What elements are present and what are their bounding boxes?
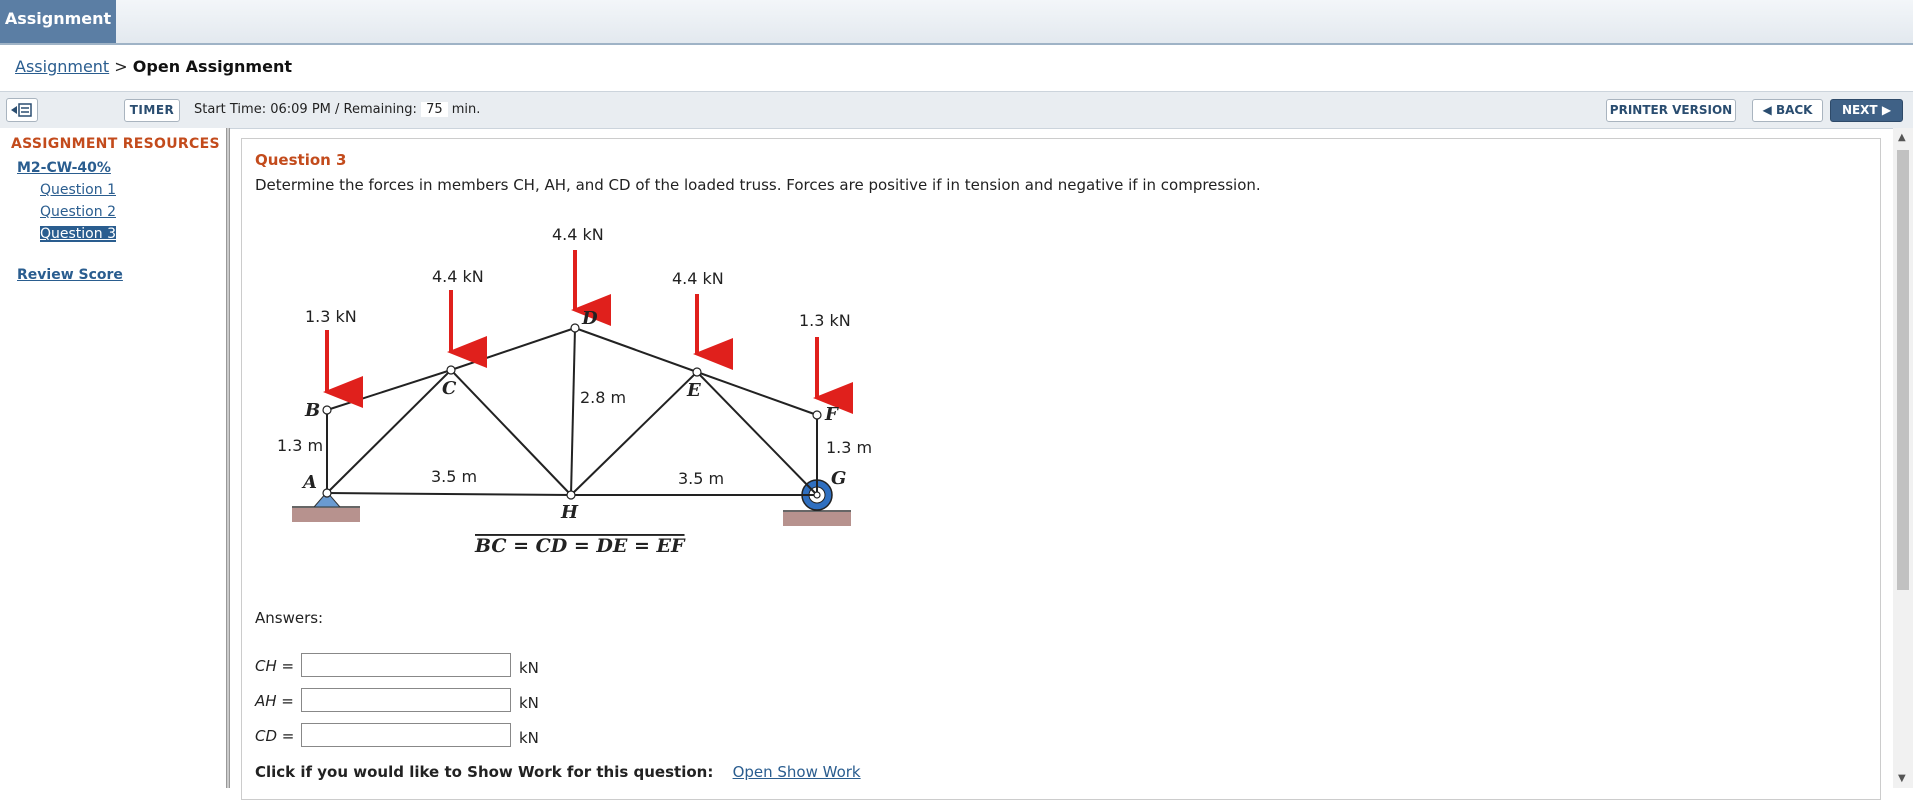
breadcrumb-assignment-link[interactable]: Assignment — [15, 57, 109, 76]
load-label-e: 4.4 kN — [672, 269, 724, 288]
joint-h — [566, 490, 576, 500]
question-title: Question 3 — [255, 151, 347, 169]
breadcrumb-separator: > — [114, 57, 128, 76]
load-label-b: 1.3 kN — [305, 307, 357, 326]
sidebar-item-question-2[interactable]: Question 2 — [40, 204, 116, 220]
load-label-f: 1.3 kN — [799, 311, 851, 330]
sidebar-item-question-1[interactable]: Question 1 — [40, 182, 116, 198]
joint-e — [692, 367, 702, 377]
node-label-d: D — [581, 308, 598, 329]
answers-label: Answers: — [255, 609, 324, 627]
timer-button[interactable]: TIMER — [124, 99, 180, 122]
equal-members-equation: BC = CD = DE = EF — [474, 535, 686, 557]
node-label-e: E — [686, 380, 701, 401]
ground-right — [783, 512, 851, 526]
dim-fg: 1.3 m — [826, 438, 872, 457]
toolbar: TIMER Start Time: 06:09 PM / Remaining: … — [0, 91, 1913, 129]
node-label-c: C — [442, 378, 457, 399]
answer-unit-ch: kN — [519, 659, 539, 677]
toggle-sidebar-button[interactable] — [6, 98, 38, 122]
node-label-f: F — [824, 404, 839, 425]
sidebar: ASSIGNMENT RESOURCES M2-CW-40% Question … — [0, 128, 226, 788]
member-de — [574, 327, 698, 373]
joint-b — [322, 405, 332, 415]
load-label-d: 4.4 kN — [552, 225, 604, 244]
answer-input-cd[interactable] — [301, 723, 511, 747]
back-button[interactable]: ◀ BACK — [1752, 99, 1823, 122]
joint-g — [813, 491, 821, 499]
dim-dh: 2.8 m — [580, 388, 626, 407]
remaining-value: 75 — [421, 102, 448, 117]
joint-c — [446, 365, 456, 375]
answer-label-cd: CD = — [255, 727, 295, 745]
node-label-g: G — [831, 468, 846, 489]
assignment-link[interactable]: M2-CW-40% — [17, 160, 111, 176]
joint-d — [570, 323, 580, 333]
content-scrollbar[interactable]: ▲ ▼ — [1893, 128, 1913, 788]
member-dh — [570, 327, 576, 496]
node-label-h: H — [560, 502, 579, 523]
dim-hg: 3.5 m — [678, 469, 724, 488]
timer-info: Start Time: 06:09 PM / Remaining: 75 min… — [194, 102, 480, 117]
show-work-text: Click if you would like to Show Work for… — [255, 763, 714, 781]
joint-a — [322, 488, 332, 498]
member-ef — [696, 371, 818, 416]
top-bar: Assignment — [0, 0, 1913, 45]
joint-f — [812, 410, 822, 420]
scroll-thumb[interactable] — [1897, 150, 1909, 590]
printer-version-button[interactable]: PRINTER VERSION — [1606, 99, 1736, 122]
question-text: Determine the forces in members CH, AH, … — [255, 176, 1261, 194]
open-show-work-link[interactable]: Open Show Work — [733, 763, 861, 781]
resources-title: ASSIGNMENT RESOURCES — [11, 136, 220, 152]
next-label: NEXT — [1841, 103, 1878, 117]
collapse-sidebar-icon — [11, 103, 32, 117]
breadcrumb: Assignment > Open Assignment — [15, 57, 292, 76]
answer-unit-ah: kN — [519, 694, 539, 712]
node-label-b: B — [304, 400, 320, 421]
back-label: BACK — [1775, 103, 1813, 117]
review-score-link[interactable]: Review Score — [17, 267, 123, 283]
scroll-up-icon[interactable]: ▲ — [1898, 132, 1906, 143]
member-ah — [326, 492, 572, 496]
answer-unit-cd: kN — [519, 729, 539, 747]
ground-left — [292, 508, 360, 522]
member-bc — [326, 369, 452, 411]
answer-label-ch: CH = — [255, 657, 295, 675]
assignment-tab[interactable]: Assignment — [0, 0, 116, 43]
caret-left-icon: ◀ — [1762, 103, 1772, 117]
start-time-text: Start Time: 06:09 PM / Remaining: — [194, 102, 417, 117]
answer-label-ah: AH = — [255, 692, 294, 710]
answer-input-ch[interactable] — [301, 653, 511, 677]
truss-figure: 1.3 kN 4.4 kN 4.4 kN 4.4 kN 1.3 kN A B C… — [277, 225, 872, 557]
breadcrumb-current: Open Assignment — [132, 57, 292, 76]
scroll-down-icon[interactable]: ▼ — [1898, 773, 1906, 784]
node-label-a: A — [301, 472, 317, 493]
sidebar-splitter[interactable] — [226, 128, 230, 788]
sidebar-item-question-3[interactable]: Question 3 — [40, 226, 116, 242]
dim-ab: 1.3 m — [277, 436, 323, 455]
answer-input-ah[interactable] — [301, 688, 511, 712]
caret-right-icon: ▶ — [1881, 103, 1892, 117]
member-cd — [450, 327, 576, 371]
dim-ah: 3.5 m — [431, 467, 477, 486]
remaining-unit: min. — [451, 102, 481, 117]
load-label-c: 4.4 kN — [432, 267, 484, 286]
next-button[interactable]: NEXT ▶ — [1830, 99, 1903, 122]
show-work-row: Click if you would like to Show Work for… — [255, 763, 861, 781]
